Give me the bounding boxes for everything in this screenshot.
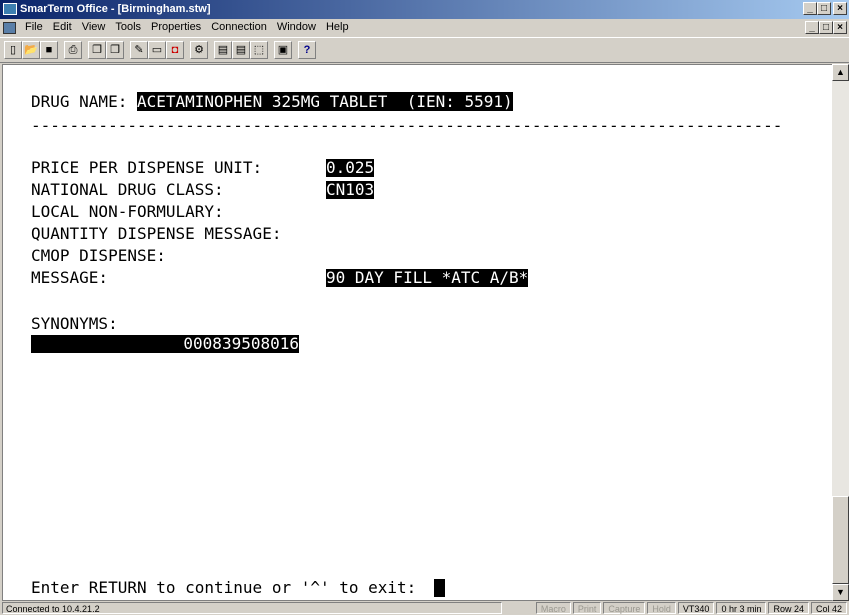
macro-indicator: Macro xyxy=(535,602,571,614)
session-timer: 0 hr 3 min xyxy=(716,602,767,614)
window-controls: _ □ × xyxy=(803,2,847,15)
menu-window[interactable]: Window xyxy=(272,21,321,33)
doc-minimize-button[interactable]: _ xyxy=(805,21,819,34)
cmop-dispense-label: CMOP DISPENSE: xyxy=(31,246,166,265)
macro-icon[interactable]: ▭ xyxy=(148,41,166,59)
doc-close-button[interactable]: × xyxy=(833,21,847,34)
menu-connection[interactable]: Connection xyxy=(206,21,272,33)
hold-indicator: Hold xyxy=(647,602,676,614)
drug-class-label: NATIONAL DRUG CLASS: xyxy=(31,180,224,199)
copy-icon[interactable]: ❐ xyxy=(88,41,106,59)
print-icon[interactable]: ⎙ xyxy=(64,41,82,59)
minimize-button[interactable]: _ xyxy=(803,2,817,15)
document-controls: _ □ × xyxy=(805,21,847,34)
scroll-thumb[interactable] xyxy=(832,496,849,584)
drug-name-value: ACETAMINOPHEN 325MG TABLET (IEN: 5591) xyxy=(136,92,513,111)
message-label: MESSAGE: xyxy=(31,268,109,287)
screen-icon[interactable]: ▣ xyxy=(274,41,292,59)
menu-file[interactable]: File xyxy=(20,21,48,33)
message-value: 90 DAY FILL *ATC A/B* xyxy=(326,268,529,287)
menu-bar: File Edit View Tools Properties Connecti… xyxy=(0,19,849,37)
new-icon[interactable]: ▯ xyxy=(4,41,22,59)
status-bar: Connected to 10.4.21.2 Macro Print Captu… xyxy=(0,601,849,615)
record-icon[interactable]: ◘ xyxy=(166,41,184,59)
select-icon[interactable]: ⬚ xyxy=(250,41,268,59)
maximize-button[interactable]: □ xyxy=(817,2,831,15)
synonym-value: 000839508016 xyxy=(31,335,299,353)
edit-icon[interactable]: ✎ xyxy=(130,41,148,59)
divider-line: ----------------------------------------… xyxy=(31,116,783,135)
menu-view[interactable]: View xyxy=(77,21,111,33)
price-value: 0.025 xyxy=(326,158,375,177)
app-icon[interactable] xyxy=(3,3,17,15)
quantity-message-label: QUANTITY DISPENSE MESSAGE: xyxy=(31,224,282,243)
connection-status: Connected to 10.4.21.2 xyxy=(2,602,502,614)
menu-properties[interactable]: Properties xyxy=(146,21,206,33)
row-indicator: Row 24 xyxy=(768,602,809,614)
page-icon[interactable]: ▤ xyxy=(214,41,232,59)
drug-name-label: DRUG NAME: xyxy=(31,92,137,111)
paste-icon[interactable]: ❐ xyxy=(106,41,124,59)
drug-class-value: CN103 xyxy=(326,180,375,199)
price-label: PRICE PER DISPENSE UNIT: xyxy=(31,158,263,177)
synonyms-label: SYNONYMS: xyxy=(31,314,118,333)
non-formulary-label: LOCAL NON-FORMULARY: xyxy=(31,202,224,221)
scroll-up-icon[interactable]: ▲ xyxy=(832,64,849,81)
capture-indicator: Capture xyxy=(603,602,646,614)
col-indicator: Col 42 xyxy=(810,602,847,614)
toolbar: ▯ 📂 ■ ⎙ ❐ ❐ ✎ ▭ ◘ ⚙ ▤ ▤ ⬚ ▣ ? xyxy=(0,37,849,63)
print-indicator: Print xyxy=(572,602,602,614)
close-button[interactable]: × xyxy=(833,2,847,15)
help-icon[interactable]: ? xyxy=(298,41,316,59)
continue-prompt: Enter RETURN to continue or '^' to exit: xyxy=(31,578,426,597)
terminal-screen[interactable]: DRUG NAME: ACETAMINOPHEN 325MG TABLET (I… xyxy=(2,64,832,601)
menu-help[interactable]: Help xyxy=(321,21,354,33)
menu-tools[interactable]: Tools xyxy=(110,21,146,33)
emulation-indicator: VT340 xyxy=(677,602,715,614)
scroll-down-icon[interactable]: ▼ xyxy=(832,584,849,601)
menu-edit[interactable]: Edit xyxy=(48,21,77,33)
doc-maximize-button[interactable]: □ xyxy=(819,21,833,34)
title-bar: SmarTerm Office - [Birmingham.stw] _ □ × xyxy=(0,0,849,19)
vertical-scrollbar[interactable]: ▲ ▼ xyxy=(832,64,849,601)
settings-icon[interactable]: ⚙ xyxy=(190,41,208,59)
drug-name-line: DRUG NAME: ACETAMINOPHEN 325MG TABLET (I… xyxy=(31,92,513,111)
page2-icon[interactable]: ▤ xyxy=(232,41,250,59)
open-icon[interactable]: 📂 xyxy=(22,41,40,59)
window-title: SmarTerm Office - [Birmingham.stw] xyxy=(20,3,211,15)
document-icon[interactable] xyxy=(3,22,16,34)
save-icon[interactable]: ■ xyxy=(40,41,58,59)
text-cursor xyxy=(434,579,445,597)
